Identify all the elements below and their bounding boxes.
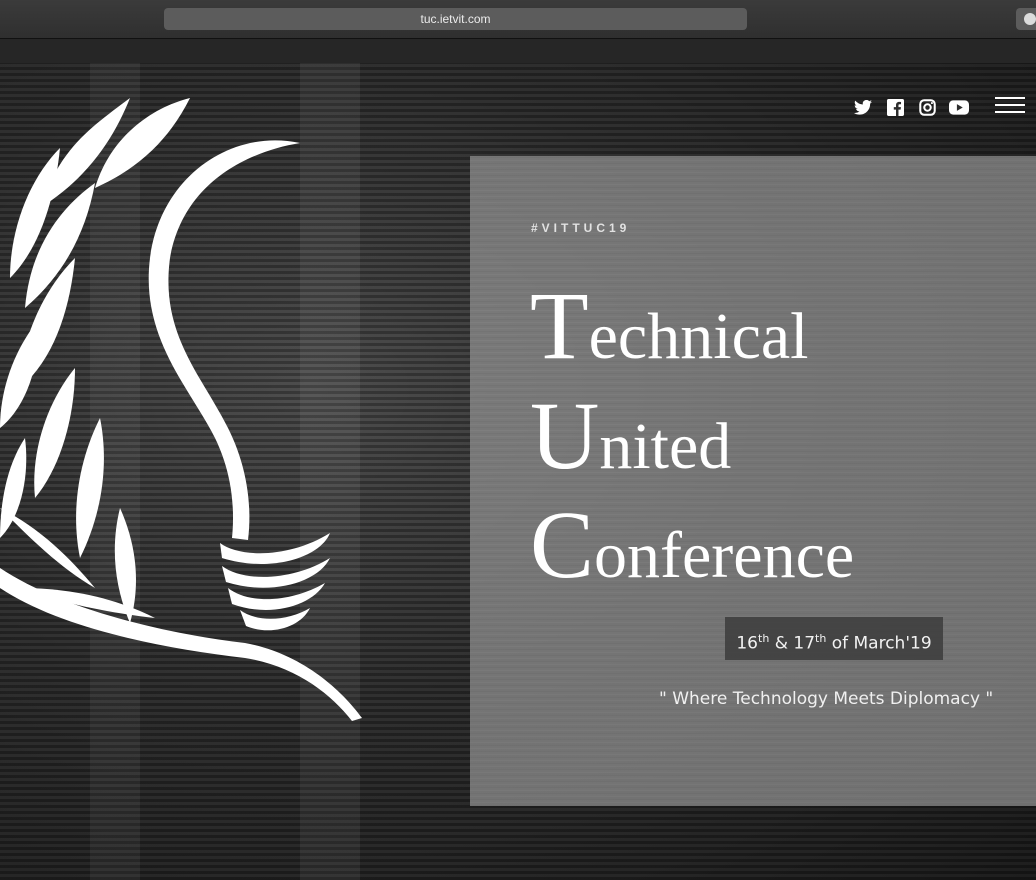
- facebook-icon[interactable]: [885, 97, 905, 117]
- social-links: [853, 96, 969, 118]
- tagline: " Where Technology Meets Diplomacy ": [659, 689, 994, 709]
- twitter-icon[interactable]: [853, 97, 873, 117]
- olive-branch-bulb-logo-icon: [0, 98, 362, 721]
- title-initial: T: [530, 272, 589, 379]
- hero-section: [0, 63, 1036, 880]
- title-initial: C: [530, 491, 595, 598]
- browser-tab-strip: [0, 39, 1036, 63]
- date-day-1: 16: [736, 633, 758, 654]
- date-day-2: 17: [793, 633, 816, 654]
- hashtag-label: #VITTUC19: [531, 221, 631, 235]
- download-icon[interactable]: [1016, 8, 1036, 30]
- title-initial: U: [530, 382, 600, 489]
- title-rest: echnical: [588, 300, 809, 373]
- title-rest: nited: [599, 410, 732, 483]
- date-suffix-1: th: [758, 632, 770, 645]
- hamburger-menu-icon[interactable]: [995, 97, 1025, 115]
- title-line-conference: Conference: [530, 497, 854, 593]
- event-date-badge: 16th & 17th of March'19: [725, 617, 943, 660]
- browser-toolbar: tuc.ietvit.com: [0, 0, 1036, 39]
- title-line-technical: Technical: [530, 278, 809, 374]
- date-joiner: &: [769, 633, 794, 654]
- youtube-icon[interactable]: [949, 97, 969, 117]
- address-bar[interactable]: tuc.ietvit.com: [164, 8, 747, 30]
- title-rest: onference: [594, 519, 855, 592]
- date-month: of March'19: [826, 633, 932, 654]
- date-suffix-2: th: [815, 632, 827, 645]
- instagram-icon[interactable]: [917, 97, 937, 117]
- title-line-united: United: [530, 388, 731, 484]
